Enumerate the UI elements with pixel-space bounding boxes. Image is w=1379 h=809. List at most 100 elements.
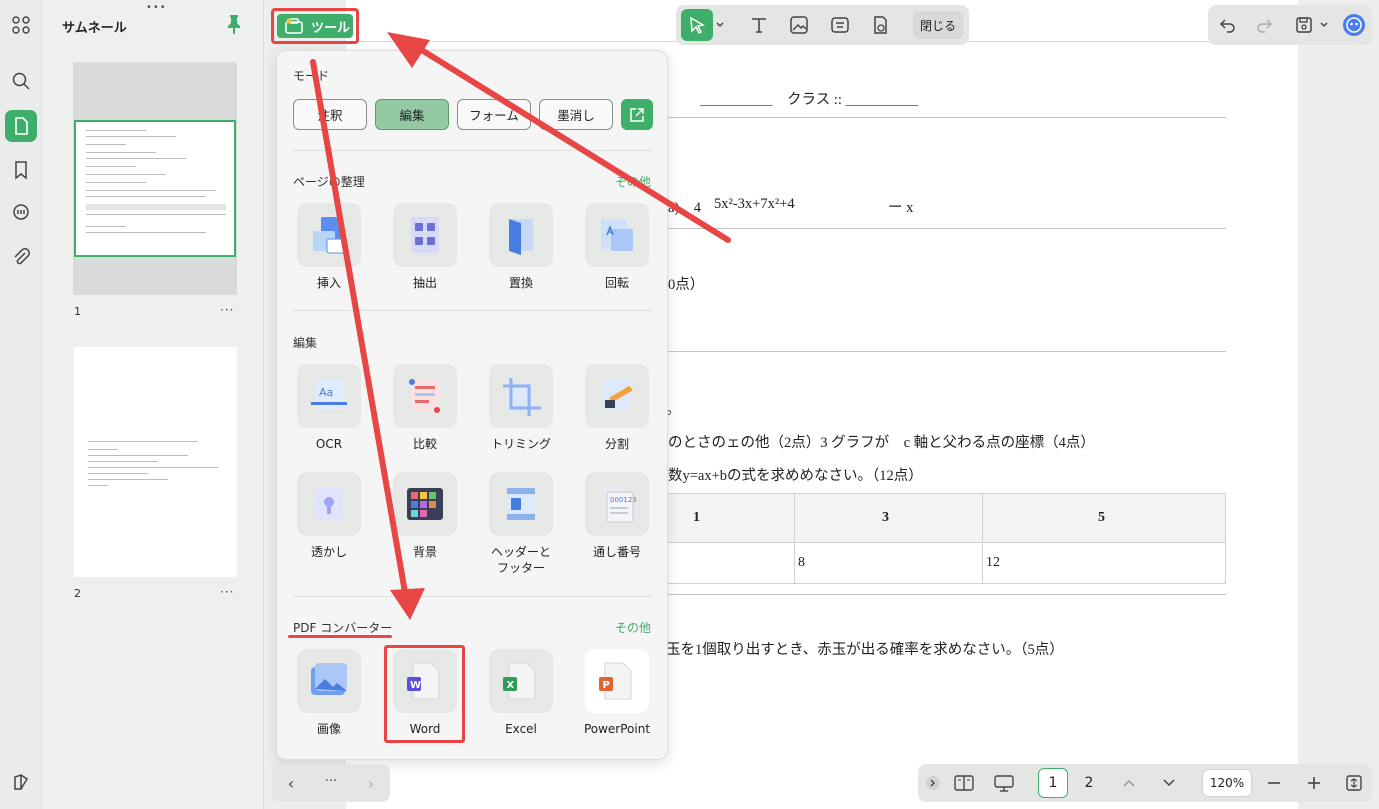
convert-image-tool[interactable]: 画像 bbox=[289, 649, 369, 737]
highlight-underline bbox=[288, 635, 392, 638]
edit-section-title: 編集 bbox=[293, 336, 318, 350]
ai-assistant-icon[interactable] bbox=[1340, 9, 1368, 41]
tools-label: ツール bbox=[311, 20, 351, 36]
history-toolbar bbox=[1208, 5, 1372, 45]
fit-page-icon[interactable] bbox=[1341, 770, 1367, 796]
header-footer-icon bbox=[507, 488, 535, 520]
open-external-icon[interactable] bbox=[621, 99, 653, 130]
thumbnail-more-button[interactable]: ··· bbox=[220, 585, 234, 599]
page-section-more-link[interactable]: その他 bbox=[615, 173, 651, 190]
link-tool-icon[interactable] bbox=[824, 9, 856, 41]
bates-numbering-tool[interactable]: 000123 通し番号 bbox=[577, 472, 657, 560]
thumbnail-page-1[interactable] bbox=[73, 62, 237, 295]
tool-label: 置換 bbox=[508, 276, 533, 290]
convert-excel-tool[interactable]: X Excel bbox=[481, 649, 561, 737]
table-header-cell: 1 bbox=[693, 510, 700, 525]
doc-line: a) 4 bbox=[668, 200, 702, 216]
tool-label: 分割 bbox=[604, 437, 629, 451]
page-button-2[interactable]: 2 bbox=[1074, 768, 1104, 798]
mode-edit-button[interactable]: 編集 bbox=[375, 99, 449, 130]
powerpoint-icon: P bbox=[599, 662, 632, 700]
table-cell: 12 bbox=[986, 555, 1000, 570]
tools-button[interactable]: ツール bbox=[271, 8, 359, 44]
watermark-tool[interactable]: 透かし bbox=[289, 472, 369, 560]
chevron-down-icon[interactable] bbox=[1156, 770, 1182, 796]
undo-icon[interactable] bbox=[1212, 9, 1244, 41]
extract-tool[interactable]: 抽出 bbox=[385, 203, 465, 291]
theme-icon[interactable] bbox=[5, 766, 37, 798]
comment-icon[interactable] bbox=[5, 197, 37, 229]
word-highlight-box bbox=[384, 645, 465, 743]
rotate-tool[interactable]: 回転 bbox=[577, 203, 657, 291]
page-button-1[interactable]: 1 bbox=[1038, 768, 1068, 798]
split-icon bbox=[603, 380, 633, 410]
zoom-level[interactable]: 120% bbox=[1202, 769, 1252, 797]
tool-label: 挿入 bbox=[316, 276, 341, 290]
doc-line: ＿＿＿＿＿ クラス :: ＿＿＿＿＿ bbox=[700, 92, 919, 108]
replace-icon bbox=[509, 219, 533, 255]
chevron-down-icon[interactable] bbox=[712, 9, 728, 41]
bookmark-icon[interactable] bbox=[5, 154, 37, 186]
search-icon[interactable] bbox=[5, 65, 37, 97]
tool-label: OCR bbox=[315, 437, 343, 451]
doc-table: 1 3 5 8 12 bbox=[660, 493, 1226, 584]
header-footer-tool[interactable]: ヘッダーと フッター bbox=[481, 472, 561, 576]
ocr-tool[interactable]: Aa OCR bbox=[289, 364, 369, 452]
thumbnail-page-number: 2 bbox=[74, 587, 81, 600]
chevron-right-icon[interactable]: › bbox=[358, 770, 384, 796]
presentation-icon[interactable] bbox=[991, 770, 1017, 796]
svg-text:Aa: Aa bbox=[319, 386, 333, 399]
thumbnail-page-2[interactable] bbox=[74, 347, 237, 577]
page-layout-icon[interactable] bbox=[951, 770, 977, 796]
insert-tool[interactable]: 挿入 bbox=[289, 203, 369, 291]
zoom-in-icon[interactable] bbox=[1301, 770, 1327, 796]
convert-section-title: PDF コンバーター bbox=[293, 621, 393, 635]
view-controls-bar: 1 2 120% bbox=[918, 764, 1372, 802]
table-cell: 8 bbox=[798, 555, 805, 570]
doc-line: のとさのェの他（2点）3 グラフが c 軸と父わる点の座標（4点） bbox=[668, 435, 1095, 451]
mode-form-button[interactable]: フォーム bbox=[457, 99, 531, 130]
drag-handle-icon[interactable]: ••• bbox=[146, 2, 167, 13]
crop-tool[interactable]: トリミング bbox=[481, 364, 561, 452]
collapse-icon[interactable] bbox=[922, 770, 944, 796]
close-edit-button[interactable]: 閉じる bbox=[913, 11, 963, 39]
compare-tool[interactable]: 比較 bbox=[385, 364, 465, 452]
replace-tool[interactable]: 置換 bbox=[481, 203, 561, 291]
mode-redact-button[interactable]: 墨消し bbox=[539, 99, 613, 130]
apps-grid-icon[interactable] bbox=[5, 9, 37, 41]
mode-annotate-button[interactable]: 注釈 bbox=[293, 99, 367, 130]
text-tool-icon[interactable] bbox=[743, 9, 775, 41]
select-cursor-icon[interactable] bbox=[681, 9, 713, 41]
chevron-up-icon[interactable] bbox=[1116, 770, 1142, 796]
tool-label: 画像 bbox=[316, 722, 341, 736]
convert-section-more-link[interactable]: その他 bbox=[615, 619, 651, 636]
split-tool[interactable]: 分割 bbox=[577, 364, 657, 452]
toolbox-icon bbox=[285, 18, 303, 34]
chevron-down-icon[interactable] bbox=[1316, 9, 1332, 41]
thumbnails-icon[interactable] bbox=[5, 110, 37, 142]
thumbnail-more-button[interactable]: ··· bbox=[220, 303, 234, 317]
page-nav-bar: ‹ ··· › bbox=[272, 764, 390, 802]
extract-icon bbox=[411, 217, 439, 253]
tool-label: 回転 bbox=[604, 276, 629, 290]
page-section-title: ページの整理 bbox=[293, 175, 365, 189]
convert-powerpoint-tool[interactable]: P PowerPoint bbox=[577, 649, 657, 737]
svg-text:X: X bbox=[507, 680, 515, 691]
numbering-icon: 000123 bbox=[601, 486, 637, 523]
tool-label: 通し番号 bbox=[592, 545, 641, 559]
chevron-left-icon[interactable]: ‹ bbox=[278, 770, 304, 796]
rotate-icon bbox=[601, 219, 633, 251]
redo-icon[interactable] bbox=[1248, 9, 1280, 41]
table-header-cell: 5 bbox=[1098, 510, 1105, 525]
excel-icon: X bbox=[503, 662, 536, 700]
image-tool-icon[interactable] bbox=[783, 9, 815, 41]
background-tool[interactable]: 背景 bbox=[385, 472, 465, 560]
doc-line: 5x²-3x+7x²+4 bbox=[714, 196, 795, 212]
background-icon bbox=[407, 488, 443, 520]
pin-icon[interactable] bbox=[226, 14, 242, 34]
nav-more-button[interactable]: ··· bbox=[318, 768, 344, 794]
attachment-icon[interactable] bbox=[5, 241, 37, 273]
zoom-out-icon[interactable] bbox=[1261, 770, 1287, 796]
stamp-tool-icon[interactable] bbox=[864, 9, 896, 41]
tool-label: 比較 bbox=[412, 437, 437, 451]
